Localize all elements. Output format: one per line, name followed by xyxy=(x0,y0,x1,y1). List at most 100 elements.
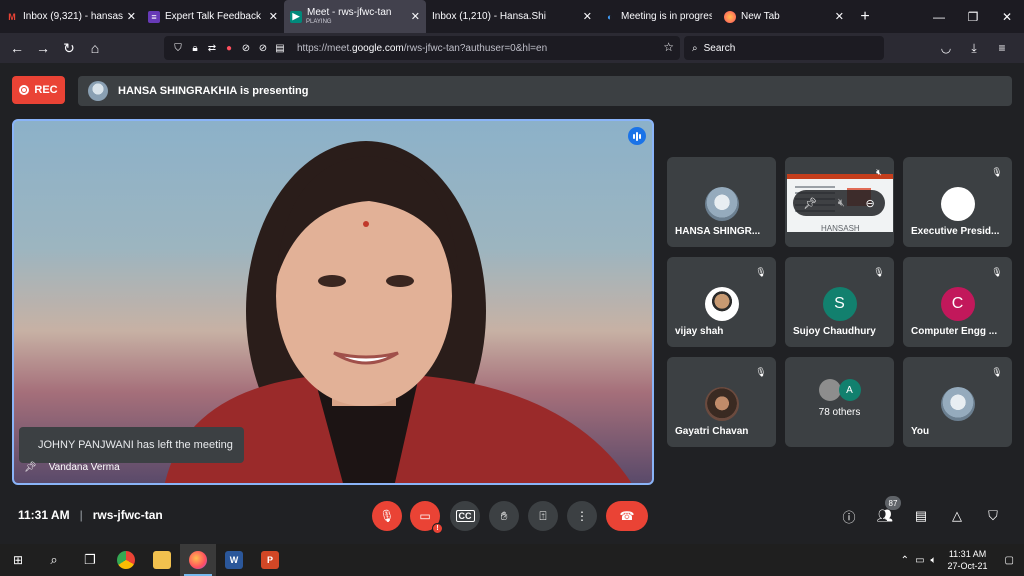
word-icon: W xyxy=(225,551,243,569)
url-bar[interactable]: ⛉ 🔒︎ ⇄ ● ⊘ ⊘ ▤ https://meet.google.com/r… xyxy=(164,36,680,60)
tab-expert-talk-feedback[interactable]: ≡ Expert Talk Feedback ✕ xyxy=(142,0,284,33)
reload-button[interactable]: ↻ xyxy=(56,35,82,61)
pin-icon[interactable]: 📌︎ xyxy=(24,462,37,473)
shield-icon[interactable]: ⛉ xyxy=(170,43,186,54)
close-window-icon[interactable]: ✕ xyxy=(990,0,1024,33)
notifications-icon[interactable]: ▢ xyxy=(1005,555,1014,566)
location-blocked-icon[interactable]: ⊘ xyxy=(255,43,271,54)
pocket-icon[interactable]: ◡ xyxy=(932,36,960,60)
leave-call-button[interactable]: ☎︎ xyxy=(606,501,648,531)
participant-tile[interactable]: 🎙︎ vijay shah xyxy=(667,257,776,347)
mic-off-icon: 🎙︎ xyxy=(991,266,1003,277)
close-icon[interactable]: ✕ xyxy=(269,10,278,23)
participant-name: Gayatri Chavan xyxy=(675,426,749,437)
participant-name: Computer Engg ... xyxy=(911,326,998,337)
windows-taskbar: ⊞ ⌕ ❐ W P ⌃ ▭ 🔈︎ 11:31 AM 27-Oct-21 ▢ xyxy=(0,544,1024,576)
firefox-icon xyxy=(189,551,207,569)
avatar xyxy=(940,387,975,421)
participant-tile[interactable]: 🎙︎ Executive Presid... xyxy=(903,157,1012,247)
participant-tile[interactable]: 🎙︎ S Sujoy Chaudhury xyxy=(785,257,894,347)
taskbar-clock[interactable]: 11:31 AM 27-Oct-21 xyxy=(948,548,988,572)
close-icon[interactable]: ✕ xyxy=(583,10,592,23)
start-button[interactable]: ⊞ xyxy=(0,544,36,576)
warning-icon: ! xyxy=(432,523,443,534)
remove-icon[interactable]: ⊖ xyxy=(865,197,874,210)
others-tile[interactable]: A 78 others xyxy=(785,357,894,447)
taskbar-word[interactable]: W xyxy=(216,544,252,576)
recording-indicator[interactable]: REC xyxy=(12,76,65,104)
meeting-details-button[interactable]: ⓘ xyxy=(838,505,860,527)
activities-button[interactable]: △ xyxy=(946,505,968,527)
minimize-icon[interactable]: — xyxy=(922,0,956,33)
window-controls: — ❐ ✕ xyxy=(922,0,1024,33)
participant-tile[interactable]: HANSA SHINGR... xyxy=(667,157,776,247)
home-button[interactable]: ⌂ xyxy=(82,35,108,61)
tab-outlook-inbox[interactable]: Inbox (1,210) - Hansa.Shi ✕ xyxy=(426,0,598,33)
captions-icon: CC xyxy=(455,510,475,522)
tab-meet[interactable]: ▶ Meet - rws-jfwc-tan PLAYING ✕ xyxy=(284,0,426,33)
url-prefix: https://meet. xyxy=(297,42,353,54)
mute-icon[interactable]: 🔇︎ xyxy=(838,197,845,210)
search-bar[interactable]: ⌕ xyxy=(684,36,884,60)
search-input[interactable] xyxy=(703,42,864,54)
raise-hand-button[interactable]: ✋︎ xyxy=(489,501,519,531)
avatar xyxy=(818,379,841,401)
close-icon[interactable]: ✕ xyxy=(127,10,136,23)
avatar xyxy=(704,287,739,321)
url-suffix: /rws-jfwc-tan?authuser=0&hl=en xyxy=(403,42,548,54)
lock-icon[interactable]: 🔒︎ xyxy=(187,43,203,54)
more-vert-icon: ⋮ xyxy=(576,509,588,523)
participant-tile-self[interactable]: 🎙︎ You xyxy=(903,357,1012,447)
mic-off-icon: 🎙︎ xyxy=(379,509,395,523)
captions-button[interactable]: CC xyxy=(450,501,480,531)
taskbar-firefox[interactable] xyxy=(180,544,216,576)
mic-off-icon: 🎙︎ xyxy=(755,266,767,277)
main-speaker-video[interactable]: JOHNY PANJWANI has left the meeting 📌︎ V… xyxy=(12,119,654,485)
permissions-icon[interactable]: ⇄ xyxy=(204,43,220,54)
bookmark-star-icon[interactable]: ☆ xyxy=(663,40,674,54)
taskbar-chrome[interactable] xyxy=(108,544,144,576)
task-view-button[interactable]: ❐ xyxy=(72,544,108,576)
host-controls-button[interactable]: ⛉ xyxy=(982,505,1004,527)
participant-tile[interactable]: 🎙︎ C Computer Engg ... xyxy=(903,257,1012,347)
new-tab-button[interactable]: + xyxy=(850,0,880,33)
more-options-button[interactable]: ⋮ xyxy=(567,501,597,531)
tab-new-tab[interactable]: New Tab ✕ xyxy=(718,0,850,33)
camera-toggle-button[interactable]: ▭ ! xyxy=(410,501,443,534)
downloads-icon[interactable]: ⤓ xyxy=(960,36,988,60)
chevron-up-icon[interactable]: ⌃ xyxy=(901,555,909,566)
mic-toggle-button[interactable]: 🎙︎ xyxy=(372,501,402,531)
volume-icon[interactable]: 🔈︎ xyxy=(931,555,937,566)
search-button[interactable]: ⌕ xyxy=(36,544,72,576)
network-icon[interactable]: ▭ xyxy=(915,555,924,566)
mic-off-icon: 🔇︎ xyxy=(876,166,882,177)
participant-tile-screenshare[interactable]: HANSASH 🔇︎ 📌︎ 🔇︎ ⊖ xyxy=(785,157,894,247)
meet-app: REC HANSA SHINGRAKHIA is presenting JOHN… xyxy=(0,63,1024,544)
close-icon[interactable]: ✕ xyxy=(411,10,420,23)
close-icon[interactable]: ✕ xyxy=(835,10,844,23)
presenting-banner[interactable]: HANSA SHINGRAKHIA is presenting xyxy=(78,76,1012,106)
microphone-active-icon[interactable]: ● xyxy=(221,43,237,54)
taskbar-file-explorer[interactable] xyxy=(144,544,180,576)
reader-icon[interactable]: ▤ xyxy=(272,43,288,54)
camera-blocked-icon[interactable]: ⊘ xyxy=(238,43,254,54)
back-button[interactable]: ← xyxy=(4,35,30,61)
taskbar-powerpoint[interactable]: P xyxy=(252,544,288,576)
participant-count-badge: 87 xyxy=(885,496,901,510)
participant-tile[interactable]: 🎙︎ Gayatri Chavan xyxy=(667,357,776,447)
tab-webex-meeting[interactable]: ◐ Meeting is in progress... xyxy=(598,0,718,33)
tab-title: Meeting is in progress... xyxy=(621,11,712,22)
gmail-icon: M xyxy=(8,11,16,22)
clock-time: 11:31 AM xyxy=(948,549,987,559)
tab-gmail-inbox[interactable]: M Inbox (9,321) - hansashin ✕ xyxy=(0,0,142,33)
present-button[interactable]: ⍐ xyxy=(528,501,558,531)
url-text[interactable]: https://meet.google.com/rws-jfwc-tan?aut… xyxy=(297,43,547,54)
pin-icon[interactable]: 📌︎ xyxy=(803,197,817,210)
chat-button[interactable]: ▤ xyxy=(910,505,932,527)
menu-icon[interactable]: ≡ xyxy=(988,36,1016,60)
avatar xyxy=(704,187,739,221)
forward-button[interactable]: → xyxy=(30,35,56,61)
restore-icon[interactable]: ❐ xyxy=(956,0,990,33)
mic-off-icon: 🎙︎ xyxy=(873,266,885,277)
tile-hover-controls: 📌︎ 🔇︎ ⊖ xyxy=(793,190,885,216)
